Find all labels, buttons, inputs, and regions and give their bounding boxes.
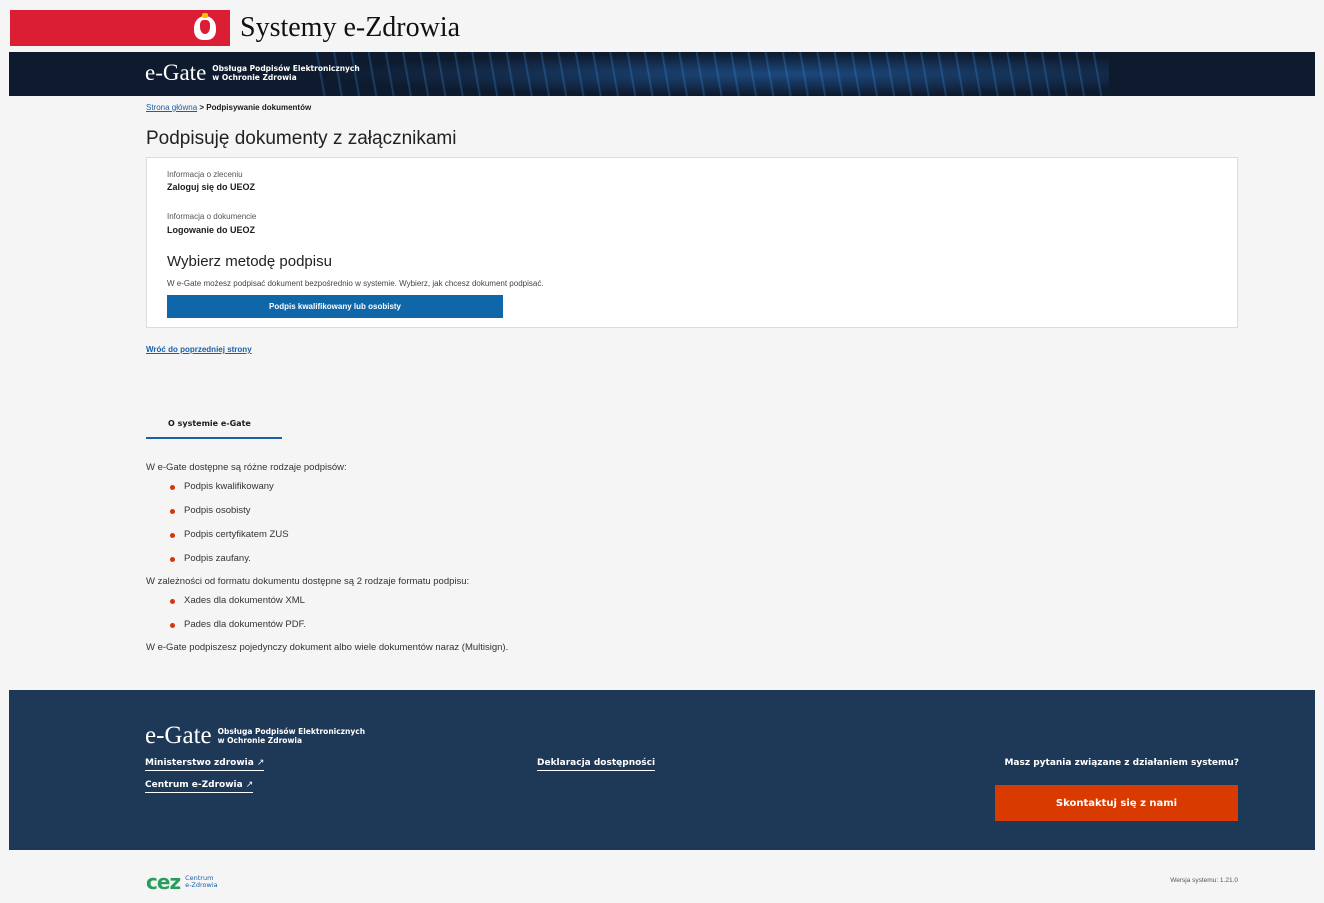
eagle-emblem-icon [194,13,216,40]
back-link[interactable]: Wróć do poprzedniej strony [146,345,252,354]
about-section: W e-Gate dostępne są różne rodzaje podpi… [146,462,508,657]
order-info-value: Zaloguj się do UEOZ [167,182,256,192]
logo-wordmark: e-Gate [145,60,207,85]
cez-logo[interactable]: cez Centrum e-Zdrowia [146,870,218,894]
format-intro: W zależności od formatu dokumentu dostęp… [146,576,470,587]
system-version: Wersja systemu: 1.21.0 [1170,877,1238,884]
external-link-icon: ↗ [245,780,254,790]
list-item: Podpis osobisty [170,501,508,525]
ministry-link[interactable]: Ministerstwo zdrowia ↗ [145,758,265,771]
tab-about-egate[interactable]: O systemie e-Gate [146,419,282,439]
signature-formats-list: Xades dla dokumentów XML Pades dla dokum… [170,591,508,639]
list-item: Xades dla dokumentów XML [170,591,508,615]
accessibility-link[interactable]: Deklaracja dostępności [537,758,656,771]
method-heading: Wybierz metodę podpisu [167,253,332,270]
site-title: Systemy e-Zdrowia [240,12,461,43]
logo-tagline: Obsługa Podpisów Elektronicznych w Ochro… [217,727,366,745]
cez-logo-text: Centrum e-Zdrowia [185,874,218,889]
list-item: Podpis kwalifikowany [170,477,508,501]
method-info-text: W e-Gate możesz podpisać dokument bezpoś… [167,279,544,288]
cez-logo-mark: cez [146,870,181,894]
breadcrumb-separator: > [197,103,207,112]
hero-banner: e-Gate Obsługa Podpisów Elektronicznych … [9,52,1315,96]
contact-question: Masz pytania związane z działaniem syste… [1004,758,1239,768]
breadcrumb: Strona główna > Podpisywanie dokumentów [146,103,311,112]
list-item: Podpis zaufany. [170,549,508,573]
about-outro: W e-Gate podpiszesz pojedynczy dokument … [146,642,509,653]
poland-flag-banner [10,10,230,46]
cez-link[interactable]: Centrum e-Zdrowia ↗ [145,780,254,793]
footer: e-Gate Obsługa Podpisów Elektronicznych … [9,690,1315,850]
about-intro: W e-Gate dostępne są różne rodzaje podpi… [146,462,347,473]
breadcrumb-current: Podpisywanie dokumentów [206,103,312,112]
page-title: Podpisuję dokumenty z załącznikami [146,128,457,149]
bottom-bar: cez Centrum e-Zdrowia Wersja systemu: 1.… [0,850,1324,903]
signing-card: Informacja o zleceniu Zaloguj się do UEO… [146,157,1238,328]
external-link-icon: ↗ [256,758,265,768]
logo-wordmark: e-Gate [145,722,212,749]
hero-graphic [309,52,1109,96]
document-info-value: Logowanie do UEOZ [167,225,255,235]
document-info-label: Informacja o dokumencie [167,212,257,221]
logo-tagline: Obsługa Podpisów Elektronicznych w Ochro… [212,64,360,82]
list-item: Podpis certyfikatem ZUS [170,525,508,549]
footer-egate-logo[interactable]: e-Gate Obsługa Podpisów Elektronicznych … [145,722,365,750]
signature-types-list: Podpis kwalifikowany Podpis osobisty Pod… [170,477,508,573]
qualified-signature-button[interactable]: Podpis kwalifikowany lub osobisty [167,295,503,318]
top-bar: Systemy e-Zdrowia [0,0,1324,52]
egate-logo[interactable]: e-Gate Obsługa Podpisów Elektronicznych … [145,60,360,86]
order-info-label: Informacja o zleceniu [167,170,243,179]
contact-button[interactable]: Skontaktuj się z nami [995,785,1238,821]
breadcrumb-home-link[interactable]: Strona główna [146,103,197,112]
list-item: Pades dla dokumentów PDF. [170,615,508,639]
